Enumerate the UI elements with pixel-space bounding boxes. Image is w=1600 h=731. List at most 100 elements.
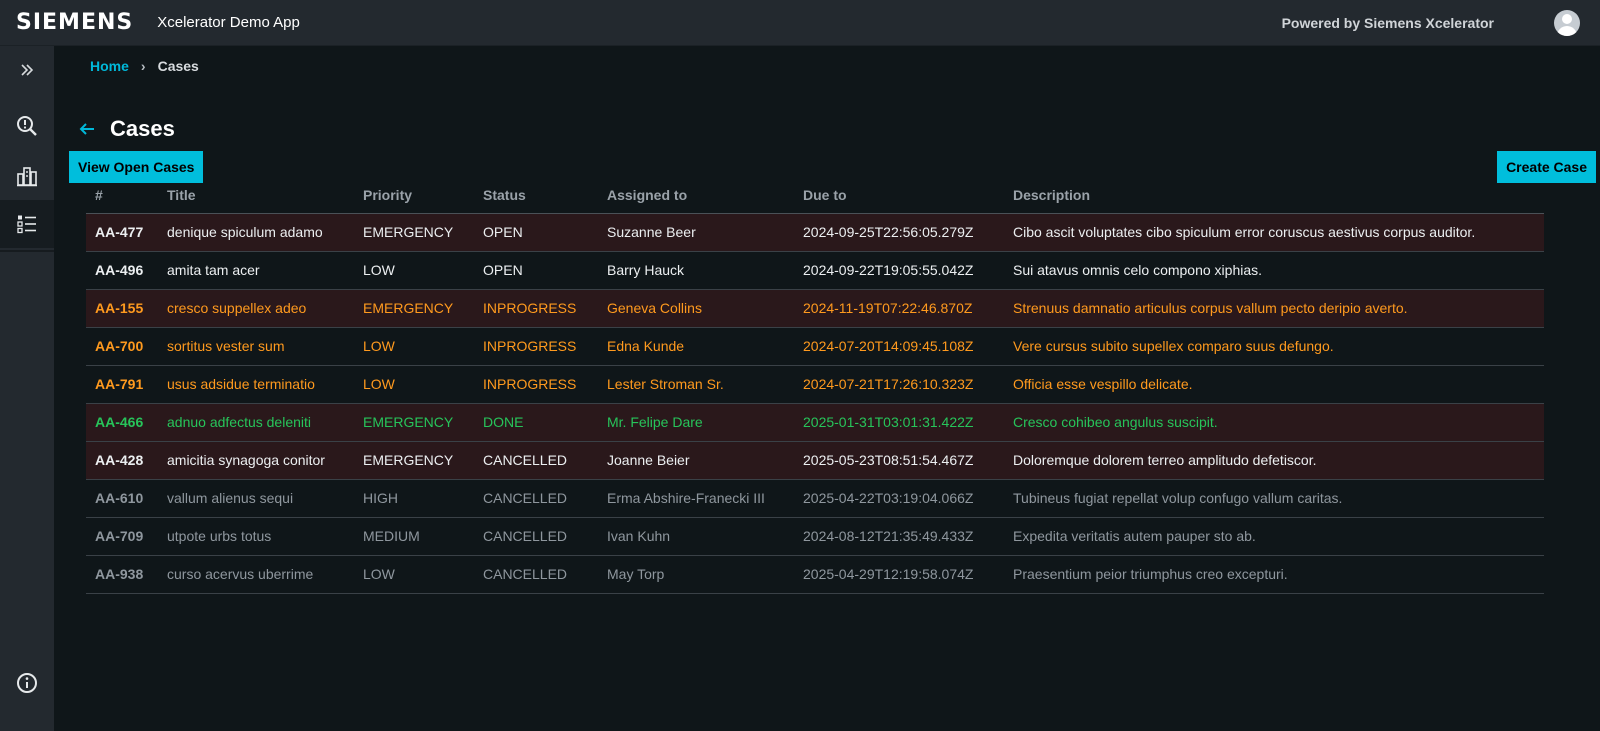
case-status: CANCELLED bbox=[474, 555, 598, 594]
case-due-date: 2025-01-31T03:01:31.422Z bbox=[794, 403, 1004, 442]
table-row[interactable]: AA-791 usus adsidue terminatio LOW INPROGRE… bbox=[86, 365, 1544, 404]
avatar-body bbox=[1557, 26, 1577, 36]
case-title: usus adsidue terminatio bbox=[158, 365, 354, 404]
case-title: utpote urbs totus bbox=[158, 517, 354, 556]
case-status: CANCELLED bbox=[474, 441, 598, 480]
column-header-priority[interactable]: Priority bbox=[354, 177, 474, 214]
case-id: AA-610 bbox=[86, 479, 158, 518]
case-priority: EMERGENCY bbox=[354, 289, 474, 328]
case-description: Strenuus damnatio articulus corpus vallu… bbox=[1004, 289, 1544, 328]
case-priority: LOW bbox=[354, 555, 474, 594]
case-description: Doloremque dolorem terreo amplitudo defe… bbox=[1004, 441, 1544, 480]
cases-table-body: AA-477 denique spiculum adamo EMERGENCY OPE… bbox=[86, 213, 1544, 594]
info-icon bbox=[17, 673, 37, 693]
case-description: Praesentium peior triumphus creo exceptu… bbox=[1004, 555, 1544, 594]
column-header-assigned-to[interactable]: Assigned to bbox=[598, 177, 794, 214]
case-assignee: Lester Stroman Sr. bbox=[598, 365, 794, 404]
case-due-date: 2024-11-19T07:22:46.870Z bbox=[794, 289, 1004, 328]
case-description: Cresco cohibeo angulus suscipit. bbox=[1004, 403, 1544, 442]
case-description: Expedita veritatis autem pauper sto ab. bbox=[1004, 517, 1544, 556]
breadcrumb-home-link[interactable]: Home bbox=[90, 58, 129, 74]
case-status: OPEN bbox=[474, 251, 598, 290]
search-alert-icon bbox=[17, 116, 37, 136]
case-id: AA-791 bbox=[86, 365, 158, 404]
breadcrumb-current: Cases bbox=[157, 58, 199, 74]
case-assignee: Barry Hauck bbox=[598, 251, 794, 290]
sidebar-item-cases-list[interactable] bbox=[0, 200, 54, 248]
powered-by-text: Powered by Siemens Xcelerator bbox=[1281, 15, 1494, 31]
case-id: AA-466 bbox=[86, 403, 158, 442]
case-id: AA-709 bbox=[86, 517, 158, 556]
back-arrow-icon[interactable] bbox=[78, 120, 96, 138]
column-header-description[interactable]: Description bbox=[1004, 177, 1544, 214]
table-header-row: # Title Priority Status Assigned to Due … bbox=[86, 177, 1544, 214]
case-id: AA-477 bbox=[86, 213, 158, 252]
siemens-logo[interactable]: SIEMENS bbox=[16, 10, 133, 35]
case-priority: LOW bbox=[354, 327, 474, 366]
case-status: INPROGRESS bbox=[474, 327, 598, 366]
table-row[interactable]: AA-496 amita tam acer LOW OPEN Barry Hauck 20… bbox=[86, 251, 1544, 290]
case-priority: EMERGENCY bbox=[354, 403, 474, 442]
sidebar-item-search-alerts[interactable] bbox=[0, 102, 54, 150]
sidebar-item-buildings[interactable] bbox=[0, 152, 54, 200]
case-priority: MEDIUM bbox=[354, 517, 474, 556]
case-title: sortitus vester sum bbox=[158, 327, 354, 366]
breadcrumb-separator: › bbox=[140, 58, 146, 74]
table-row[interactable]: AA-155 cresco suppellex adeo EMERGENCY INPR… bbox=[86, 289, 1544, 328]
case-title: cresco suppellex adeo bbox=[158, 289, 354, 328]
case-title: adnuo adfectus deleniti bbox=[158, 403, 354, 442]
page-header: Cases bbox=[78, 116, 175, 142]
user-avatar-icon[interactable] bbox=[1554, 10, 1580, 36]
case-status: CANCELLED bbox=[474, 517, 598, 556]
table-row[interactable]: AA-610 vallum alienus sequi HIGH CANCELLED E… bbox=[86, 479, 1544, 518]
list-icon bbox=[17, 215, 36, 234]
case-priority: HIGH bbox=[354, 479, 474, 518]
case-id: AA-428 bbox=[86, 441, 158, 480]
table-row[interactable]: AA-709 utpote urbs totus MEDIUM CANCELLED Iv… bbox=[86, 517, 1544, 556]
app-name: Xcelerator Demo App bbox=[157, 14, 300, 31]
case-description: Tubineus fugiat repellat volup confugo v… bbox=[1004, 479, 1544, 518]
case-assignee: Ivan Kuhn bbox=[598, 517, 794, 556]
column-header-status[interactable]: Status bbox=[474, 177, 598, 214]
case-due-date: 2024-09-22T19:05:55.042Z bbox=[794, 251, 1004, 290]
case-status: CANCELLED bbox=[474, 479, 598, 518]
breadcrumb: Home › Cases bbox=[90, 58, 199, 74]
case-title: amita tam acer bbox=[158, 251, 354, 290]
double-chevron-right-icon bbox=[21, 64, 34, 76]
table-row[interactable]: AA-428 amicitia synagoga conitor EMERGENCY… bbox=[86, 441, 1544, 480]
case-assignee: Joanne Beier bbox=[598, 441, 794, 480]
page-title: Cases bbox=[110, 116, 175, 141]
table-row[interactable]: AA-700 sortitus vester sum LOW INPROGRESS Ed… bbox=[86, 327, 1544, 366]
sidebar-item-info[interactable] bbox=[0, 659, 54, 707]
case-assignee: Erma Abshire-Franecki III bbox=[598, 479, 794, 518]
case-status: DONE bbox=[474, 403, 598, 442]
case-priority: EMERGENCY bbox=[354, 213, 474, 252]
case-status: OPEN bbox=[474, 213, 598, 252]
case-assignee: May Torp bbox=[598, 555, 794, 594]
case-due-date: 2025-04-22T03:19:04.066Z bbox=[794, 479, 1004, 518]
table-row[interactable]: AA-466 adnuo adfectus deleniti EMERGENCY DO… bbox=[86, 403, 1544, 442]
case-title: denique spiculum adamo bbox=[158, 213, 354, 252]
case-title: curso acervus uberrime bbox=[158, 555, 354, 594]
table-row[interactable]: AA-477 denique spiculum adamo EMERGENCY OPE… bbox=[86, 213, 1544, 252]
case-title: amicitia synagoga conitor bbox=[158, 441, 354, 480]
case-due-date: 2024-07-21T17:26:10.323Z bbox=[794, 365, 1004, 404]
case-id: AA-155 bbox=[86, 289, 158, 328]
case-status: INPROGRESS bbox=[474, 365, 598, 404]
case-status: INPROGRESS bbox=[474, 289, 598, 328]
case-due-date: 2025-04-29T12:19:58.074Z bbox=[794, 555, 1004, 594]
column-header-due-to[interactable]: Due to bbox=[794, 177, 1004, 214]
case-assignee: Mr. Felipe Dare bbox=[598, 403, 794, 442]
column-header-title[interactable]: Title bbox=[158, 177, 354, 214]
case-id: AA-938 bbox=[86, 555, 158, 594]
table-row[interactable]: AA-938 curso acervus uberrime LOW CANCELLED… bbox=[86, 555, 1544, 594]
main-content: Home › Cases Cases View Open Cases Creat… bbox=[54, 46, 1600, 731]
case-priority: LOW bbox=[354, 251, 474, 290]
column-header-id[interactable]: # bbox=[86, 177, 158, 214]
top-app-bar: SIEMENS Xcelerator Demo App Powered by S… bbox=[0, 0, 1600, 46]
case-title: vallum alienus sequi bbox=[158, 479, 354, 518]
case-priority: LOW bbox=[354, 365, 474, 404]
case-id: AA-496 bbox=[86, 251, 158, 290]
case-due-date: 2024-09-25T22:56:05.279Z bbox=[794, 213, 1004, 252]
sidebar-expand-button[interactable] bbox=[0, 46, 54, 94]
